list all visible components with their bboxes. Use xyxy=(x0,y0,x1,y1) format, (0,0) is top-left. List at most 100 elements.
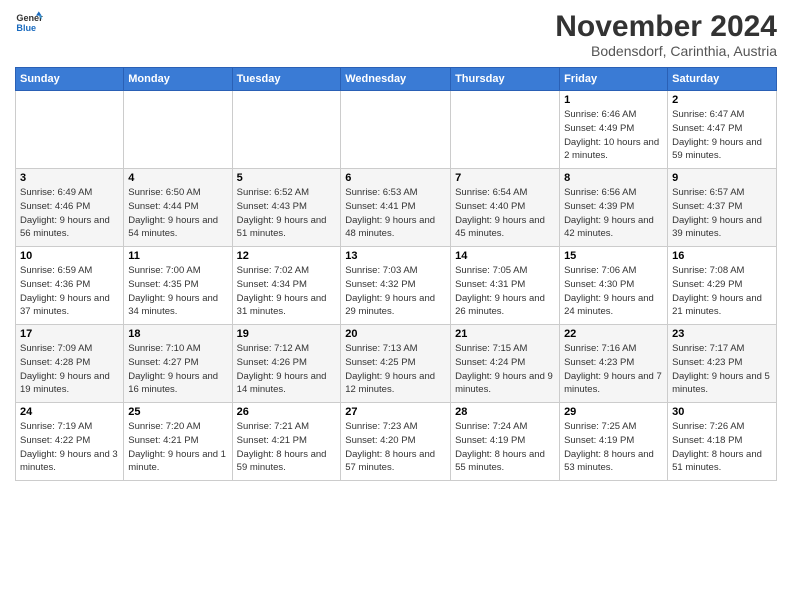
calendar-week-row-5: 24Sunrise: 7:19 AM Sunset: 4:22 PM Dayli… xyxy=(16,403,777,481)
calendar-week-row-4: 17Sunrise: 7:09 AM Sunset: 4:28 PM Dayli… xyxy=(16,325,777,403)
calendar-cell-4-5: 21 Sunrise: 7:15 AM Sunset: 4:24 PM Dayli… xyxy=(451,325,560,403)
calendar-cell-3-3: 12 Sunrise: 7:02 AM Sunset: 4:34 PM Dayli… xyxy=(232,247,341,325)
day-info: Sunrise: 7:10 AM Sunset: 4:27 PM Dayligh… xyxy=(128,342,227,397)
day-number: 3 xyxy=(20,172,119,184)
day-number: 22 xyxy=(564,328,663,340)
calendar-cell-3-6: 15Sunrise: 7:06 AM Sunset: 4:30 PM Dayli… xyxy=(560,247,668,325)
day-number: 25 xyxy=(128,406,227,418)
day-info: Sunrise: 7:21 AM Sunset: 4:21 PM Dayligh… xyxy=(237,420,337,475)
header-tuesday: Tuesday xyxy=(232,68,341,91)
day-info: Sunrise: 7:12 AM Sunset: 4:26 PM Dayligh… xyxy=(237,342,337,397)
day-number: 14 xyxy=(455,250,555,262)
calendar-cell-1-2 xyxy=(124,91,232,169)
main-container: General Blue November 2024 Bodensdorf, C… xyxy=(0,0,792,486)
day-number: 20 xyxy=(345,328,446,340)
day-number: 12 xyxy=(237,250,337,262)
day-info: Sunrise: 6:53 AM Sunset: 4:41 PM Dayligh… xyxy=(345,186,446,241)
day-info: Sunrise: 7:16 AM Sunset: 4:23 PM Dayligh… xyxy=(564,342,663,397)
calendar-cell-1-5 xyxy=(451,91,560,169)
calendar-cell-5-7: 30 Sunrise: 7:26 AM Sunset: 4:18 PM Dayli… xyxy=(668,403,777,481)
day-number: 23 xyxy=(672,328,772,340)
calendar-cell-2-2: 4Sunrise: 6:50 AM Sunset: 4:44 PM Daylig… xyxy=(124,169,232,247)
location-title: Bodensdorf, Carinthia, Austria xyxy=(555,43,777,59)
calendar-table: Sunday Monday Tuesday Wednesday Thursday… xyxy=(15,67,777,481)
calendar-cell-2-6: 8Sunrise: 6:56 AM Sunset: 4:39 PM Daylig… xyxy=(560,169,668,247)
calendar-week-row-3: 10 Sunrise: 6:59 AM Sunset: 4:36 PM Dayli… xyxy=(16,247,777,325)
calendar-cell-5-4: 27 Sunrise: 7:23 AM Sunset: 4:20 PM Dayli… xyxy=(341,403,451,481)
day-number: 13 xyxy=(345,250,446,262)
day-info: Sunrise: 6:57 AM Sunset: 4:37 PM Dayligh… xyxy=(672,186,772,241)
header-area: General Blue November 2024 Bodensdorf, C… xyxy=(15,10,777,59)
day-number: 9 xyxy=(672,172,772,184)
day-info: Sunrise: 6:56 AM Sunset: 4:39 PM Dayligh… xyxy=(564,186,663,241)
day-info: Sunrise: 7:26 AM Sunset: 4:18 PM Dayligh… xyxy=(672,420,772,475)
logo-icon: General Blue xyxy=(15,10,43,38)
calendar-cell-4-3: 19 Sunrise: 7:12 AM Sunset: 4:26 PM Dayli… xyxy=(232,325,341,403)
day-number: 7 xyxy=(455,172,555,184)
day-number: 10 xyxy=(20,250,119,262)
calendar-cell-3-4: 13Sunrise: 7:03 AM Sunset: 4:32 PM Dayli… xyxy=(341,247,451,325)
calendar-week-row-1: 1 Sunrise: 6:46 AM Sunset: 4:49 PM Daylig… xyxy=(16,91,777,169)
header-friday: Friday xyxy=(560,68,668,91)
title-area: November 2024 Bodensdorf, Carinthia, Aus… xyxy=(555,10,777,59)
calendar-cell-2-3: 5Sunrise: 6:52 AM Sunset: 4:43 PM Daylig… xyxy=(232,169,341,247)
logo: General Blue xyxy=(15,10,43,38)
weekday-header-row: Sunday Monday Tuesday Wednesday Thursday… xyxy=(16,68,777,91)
day-number: 21 xyxy=(455,328,555,340)
calendar-cell-4-1: 17Sunrise: 7:09 AM Sunset: 4:28 PM Dayli… xyxy=(16,325,124,403)
day-info: Sunrise: 7:15 AM Sunset: 4:24 PM Dayligh… xyxy=(455,342,555,397)
day-info: Sunrise: 7:24 AM Sunset: 4:19 PM Dayligh… xyxy=(455,420,555,475)
month-title: November 2024 xyxy=(555,10,777,43)
calendar-cell-1-3 xyxy=(232,91,341,169)
day-info: Sunrise: 7:06 AM Sunset: 4:30 PM Dayligh… xyxy=(564,264,663,319)
day-info: Sunrise: 7:00 AM Sunset: 4:35 PM Dayligh… xyxy=(128,264,227,319)
day-info: Sunrise: 7:05 AM Sunset: 4:31 PM Dayligh… xyxy=(455,264,555,319)
calendar-cell-1-6: 1 Sunrise: 6:46 AM Sunset: 4:49 PM Daylig… xyxy=(560,91,668,169)
day-info: Sunrise: 6:52 AM Sunset: 4:43 PM Dayligh… xyxy=(237,186,337,241)
day-number: 11 xyxy=(128,250,227,262)
calendar-cell-3-1: 10 Sunrise: 6:59 AM Sunset: 4:36 PM Dayli… xyxy=(16,247,124,325)
day-info: Sunrise: 7:19 AM Sunset: 4:22 PM Dayligh… xyxy=(20,420,119,475)
calendar-cell-3-7: 16Sunrise: 7:08 AM Sunset: 4:29 PM Dayli… xyxy=(668,247,777,325)
day-info: Sunrise: 6:54 AM Sunset: 4:40 PM Dayligh… xyxy=(455,186,555,241)
calendar-cell-5-3: 26 Sunrise: 7:21 AM Sunset: 4:21 PM Dayli… xyxy=(232,403,341,481)
day-info: Sunrise: 6:46 AM Sunset: 4:49 PM Dayligh… xyxy=(564,108,663,163)
calendar-cell-1-7: 2Sunrise: 6:47 AM Sunset: 4:47 PM Daylig… xyxy=(668,91,777,169)
day-number: 18 xyxy=(128,328,227,340)
day-number: 19 xyxy=(237,328,337,340)
calendar-cell-3-2: 11 Sunrise: 7:00 AM Sunset: 4:35 PM Dayli… xyxy=(124,247,232,325)
day-number: 1 xyxy=(564,94,663,106)
day-number: 26 xyxy=(237,406,337,418)
calendar-cell-2-1: 3Sunrise: 6:49 AM Sunset: 4:46 PM Daylig… xyxy=(16,169,124,247)
calendar-cell-2-7: 9 Sunrise: 6:57 AM Sunset: 4:37 PM Daylig… xyxy=(668,169,777,247)
calendar-cell-2-5: 7 Sunrise: 6:54 AM Sunset: 4:40 PM Daylig… xyxy=(451,169,560,247)
header-monday: Monday xyxy=(124,68,232,91)
day-number: 16 xyxy=(672,250,772,262)
calendar-body: 1 Sunrise: 6:46 AM Sunset: 4:49 PM Daylig… xyxy=(16,91,777,481)
day-info: Sunrise: 6:59 AM Sunset: 4:36 PM Dayligh… xyxy=(20,264,119,319)
calendar-cell-5-2: 25 Sunrise: 7:20 AM Sunset: 4:21 PM Dayli… xyxy=(124,403,232,481)
day-number: 6 xyxy=(345,172,446,184)
day-info: Sunrise: 7:13 AM Sunset: 4:25 PM Dayligh… xyxy=(345,342,446,397)
calendar-cell-5-5: 28Sunrise: 7:24 AM Sunset: 4:19 PM Dayli… xyxy=(451,403,560,481)
header-sunday: Sunday xyxy=(16,68,124,91)
day-number: 27 xyxy=(345,406,446,418)
day-info: Sunrise: 7:09 AM Sunset: 4:28 PM Dayligh… xyxy=(20,342,119,397)
day-number: 30 xyxy=(672,406,772,418)
day-number: 29 xyxy=(564,406,663,418)
day-info: Sunrise: 7:20 AM Sunset: 4:21 PM Dayligh… xyxy=(128,420,227,475)
day-info: Sunrise: 7:25 AM Sunset: 4:19 PM Dayligh… xyxy=(564,420,663,475)
calendar-week-row-2: 3Sunrise: 6:49 AM Sunset: 4:46 PM Daylig… xyxy=(16,169,777,247)
calendar-cell-3-5: 14 Sunrise: 7:05 AM Sunset: 4:31 PM Dayli… xyxy=(451,247,560,325)
calendar-cell-4-7: 23Sunrise: 7:17 AM Sunset: 4:23 PM Dayli… xyxy=(668,325,777,403)
calendar-cell-5-6: 29 Sunrise: 7:25 AM Sunset: 4:19 PM Dayli… xyxy=(560,403,668,481)
calendar-cell-5-1: 24Sunrise: 7:19 AM Sunset: 4:22 PM Dayli… xyxy=(16,403,124,481)
day-info: Sunrise: 7:23 AM Sunset: 4:20 PM Dayligh… xyxy=(345,420,446,475)
header-saturday: Saturday xyxy=(668,68,777,91)
calendar-cell-4-2: 18 Sunrise: 7:10 AM Sunset: 4:27 PM Dayli… xyxy=(124,325,232,403)
header-thursday: Thursday xyxy=(451,68,560,91)
day-info: Sunrise: 6:47 AM Sunset: 4:47 PM Dayligh… xyxy=(672,108,772,163)
day-info: Sunrise: 7:02 AM Sunset: 4:34 PM Dayligh… xyxy=(237,264,337,319)
calendar-cell-2-4: 6 Sunrise: 6:53 AM Sunset: 4:41 PM Daylig… xyxy=(341,169,451,247)
calendar-cell-1-4 xyxy=(341,91,451,169)
